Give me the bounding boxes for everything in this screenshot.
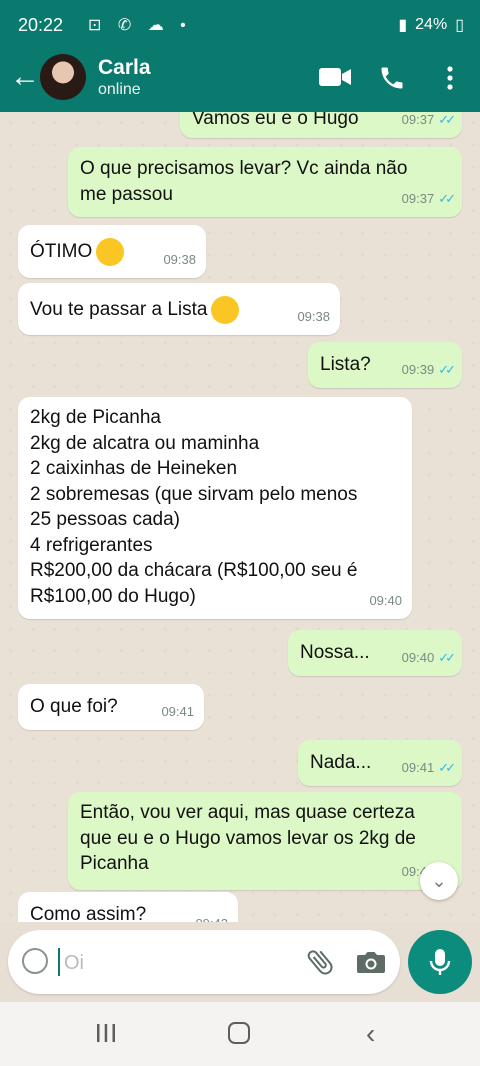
avatar[interactable] xyxy=(40,54,86,100)
message-time: 09:38 xyxy=(163,251,196,267)
read-ticks-icon: ✓✓ xyxy=(438,361,456,377)
message-text: Nossa... xyxy=(300,642,370,663)
message-text: Lista? xyxy=(320,354,371,375)
message-bubble[interactable]: Nada... 09:41 ✓✓ xyxy=(298,740,462,786)
status-bar: 20:22 ⊡ ✆ ☁ • ▮ 24% ▯ xyxy=(0,0,480,50)
status-time: 20:22 xyxy=(18,15,64,35)
recent-apps-icon[interactable] xyxy=(95,1022,117,1044)
video-call-icon[interactable] xyxy=(318,64,352,90)
message-bubble[interactable]: ÓTIMO 09:38 xyxy=(18,225,206,278)
message-text: O que foi? xyxy=(30,696,118,717)
message-time: 09:37 xyxy=(401,190,435,206)
message-meta: 09:37 ✓✓ xyxy=(401,186,456,212)
star-struck-emoji xyxy=(96,238,125,266)
message-time: 09:37 xyxy=(401,112,435,127)
text-caret xyxy=(58,948,60,976)
camera-icon[interactable] xyxy=(356,948,386,976)
message-text: Então, vou ver aqui, mas quase certeza q… xyxy=(80,802,416,874)
notification-icons: ⊡ ✆ ☁ • xyxy=(88,17,192,34)
phone-icon[interactable] xyxy=(378,64,406,92)
message-input[interactable] xyxy=(62,944,286,982)
message-bubble[interactable]: Vou te passar a Lista 09:38 xyxy=(18,283,340,335)
read-ticks-icon: ✓✓ xyxy=(438,112,456,127)
read-ticks-icon: ✓✓ xyxy=(438,190,456,206)
message-meta: 09:40 xyxy=(369,588,402,614)
message-time: 09:40 xyxy=(369,592,402,608)
read-ticks-icon: ✓✓ xyxy=(438,759,456,775)
arrow-left-icon[interactable]: ← xyxy=(10,62,40,92)
message-bubble[interactable]: Lista? 09:39 ✓✓ xyxy=(308,342,462,388)
home-icon[interactable] xyxy=(228,1022,250,1044)
message-meta: 09:41 xyxy=(161,699,194,725)
contact-name[interactable]: Carla xyxy=(98,56,151,80)
message-meta: 09:38 xyxy=(297,304,330,330)
message-text: ÓTIMO xyxy=(30,241,93,263)
message-bubble[interactable]: Como assim? 09:43 xyxy=(18,892,238,922)
message-time: 09:43 xyxy=(195,911,228,923)
message-bubble[interactable]: Então, vou ver aqui, mas quase certeza q… xyxy=(68,792,462,890)
system-nav-bar: ‹ xyxy=(0,1002,480,1066)
message-meta: 09:43 xyxy=(195,911,228,923)
paperclip-icon[interactable] xyxy=(304,946,336,978)
message-bubble[interactable]: O que foi? 09:41 xyxy=(18,684,204,730)
chat-header: ← Carla online xyxy=(0,50,480,112)
message-text: Como assim? xyxy=(30,904,147,922)
read-ticks-icon: ✓✓ xyxy=(438,649,456,665)
message-time: 09:41 xyxy=(161,703,194,719)
battery-icon: ▯ xyxy=(455,17,464,34)
contact-status: online xyxy=(98,81,141,98)
face-with-hand-over-mouth-emoji xyxy=(211,296,240,324)
emoji-icon[interactable] xyxy=(22,948,48,974)
double-chevron-down-icon[interactable]: ⌄ xyxy=(420,862,458,900)
message-time: 09:38 xyxy=(297,308,330,324)
mic-icon xyxy=(429,949,451,975)
message-bubble[interactable]: Vamos eu e o Hugo 09:37 ✓✓ xyxy=(180,112,462,138)
message-text: 2kg de Picanha 2kg de alcatra ou maminha… xyxy=(30,407,358,607)
message-bubble[interactable]: 2kg de Picanha 2kg de alcatra ou maminha… xyxy=(18,397,412,619)
composer xyxy=(8,930,400,994)
message-meta: 09:40 ✓✓ xyxy=(401,645,456,671)
back-icon[interactable]: ‹ xyxy=(366,1018,375,1050)
message-text: O que precisamos levar? Vc ainda não me … xyxy=(80,158,408,205)
mic-button[interactable] xyxy=(408,930,472,994)
signal-icon: ▮ xyxy=(398,17,408,34)
message-meta: 09:39 ✓✓ xyxy=(401,357,456,383)
message-text: Vou te passar a Lista xyxy=(30,299,208,321)
message-meta: 09:41 ✓✓ xyxy=(401,755,456,781)
message-time: 09:40 xyxy=(401,649,435,665)
more-vert-icon[interactable] xyxy=(444,64,456,92)
message-bubble[interactable]: Nossa... 09:40 ✓✓ xyxy=(288,630,462,676)
status-right: ▮ 24% ▯ xyxy=(398,15,464,35)
message-time: 09:39 xyxy=(401,361,435,377)
message-bubble[interactable]: O que precisamos levar? Vc ainda não me … xyxy=(68,147,462,217)
message-text: Vamos eu e o Hugo xyxy=(192,112,359,129)
message-time: 09:41 xyxy=(401,759,435,775)
message-text: Nada... xyxy=(310,752,372,773)
message-meta: 09:38 xyxy=(163,247,196,273)
chat-area[interactable]: Vamos eu e o Hugo 09:37 ✓✓ O que precisam… xyxy=(0,112,480,922)
message-meta: 09:37 ✓✓ xyxy=(401,112,456,132)
battery-level: 24% xyxy=(415,16,448,33)
